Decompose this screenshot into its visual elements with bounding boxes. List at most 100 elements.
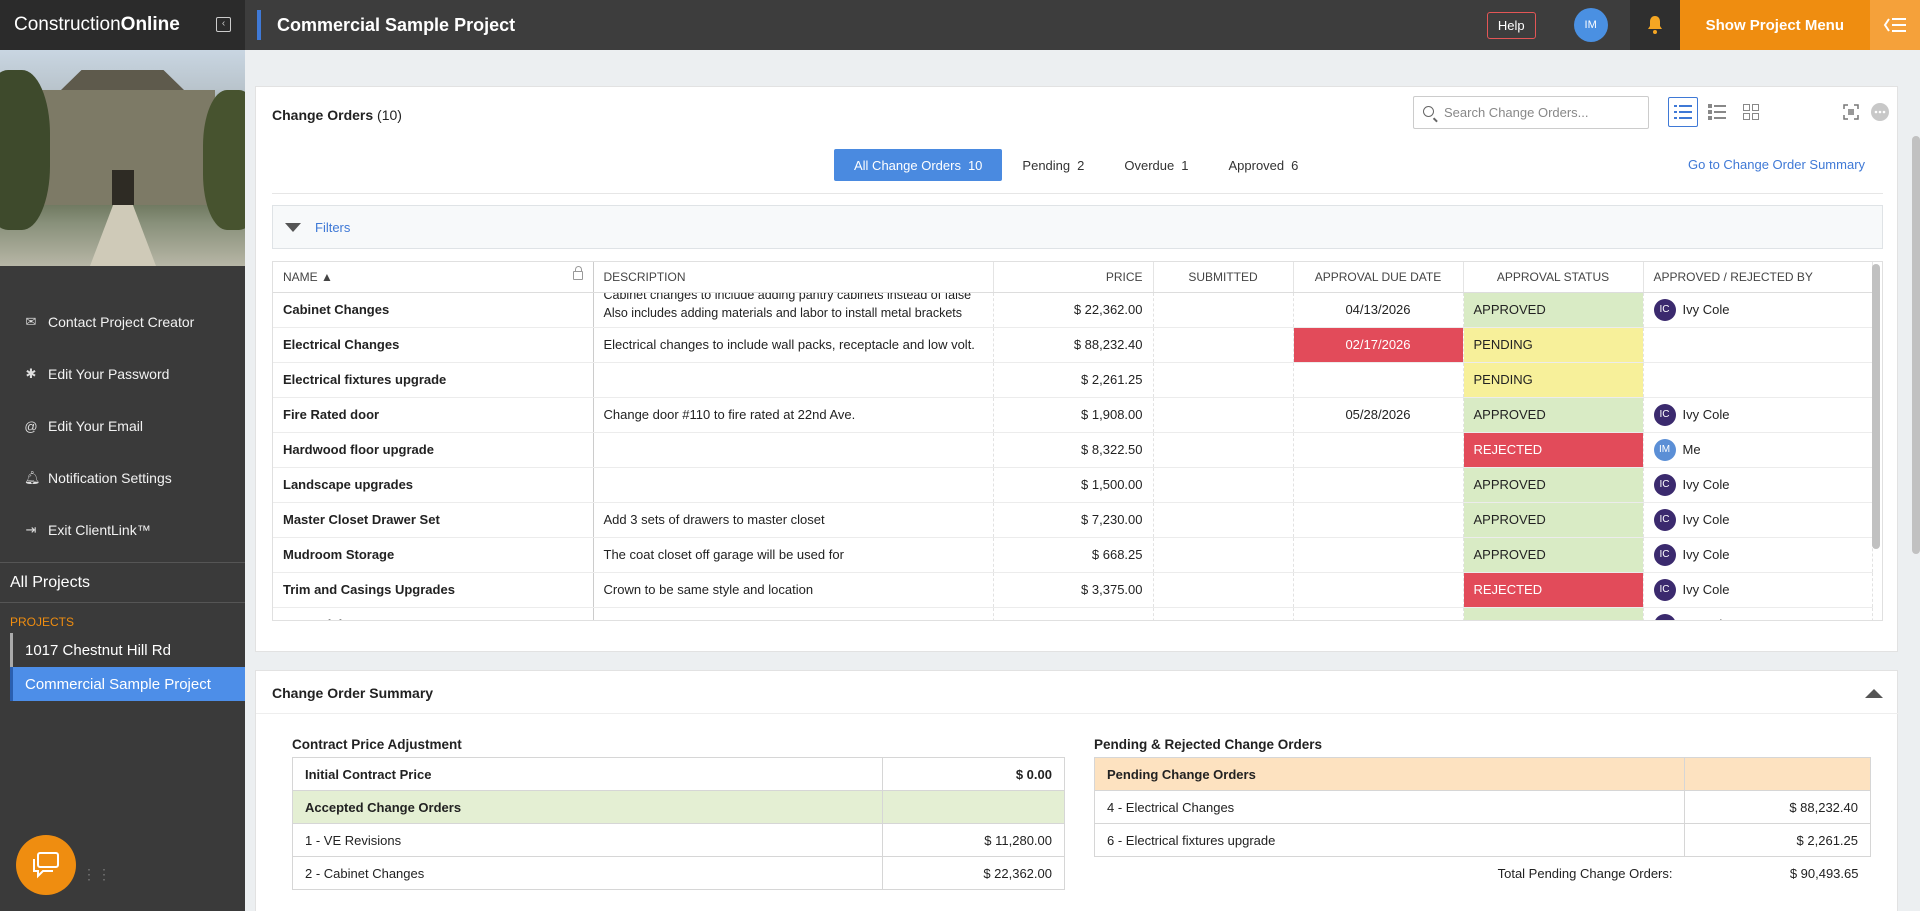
grid-icon — [1743, 104, 1759, 120]
cell-description: Change door #110 to fire rated at 22nd A… — [593, 397, 994, 433]
detail-list-icon — [1708, 104, 1726, 120]
cell-submitted — [1153, 397, 1294, 433]
table-row[interactable]: Fire Rated door Change door #110 to fire … — [273, 397, 1873, 433]
tab-pending[interactable]: Pending 2 — [1002, 149, 1104, 181]
tab-approved[interactable]: Approved 6 — [1208, 149, 1318, 181]
cell-approved-by: ICIvy Cole — [1643, 467, 1873, 503]
more-options-button[interactable] — [1865, 97, 1895, 127]
cell-name[interactable]: Hardwood floor upgrade — [273, 432, 594, 468]
table-row[interactable]: Cabinet Changes Cabinet changes to includ… — [273, 292, 1873, 328]
tab-all-change-orders[interactable]: All Change Orders 10 — [834, 149, 1003, 181]
cell-submitted — [1153, 502, 1294, 538]
tab-overdue[interactable]: Overdue 1 — [1104, 149, 1208, 181]
cell-name[interactable]: Electrical Changes — [273, 327, 594, 363]
project-item-commercial-sample[interactable]: Commercial Sample Project — [10, 667, 245, 701]
sort-asc-icon: ▲ — [321, 269, 333, 284]
avatar: IC — [1653, 473, 1676, 496]
cell-approval-due-date: 05/28/2026 — [1293, 397, 1464, 433]
list-view-button[interactable] — [1668, 97, 1698, 127]
avatar: IC — [1653, 543, 1676, 566]
expand-icon — [1843, 104, 1859, 120]
all-projects-link[interactable]: All Projects — [0, 562, 245, 602]
table-row[interactable]: Hardwood floor upgrade $ 8,322.50 REJECTED… — [273, 432, 1873, 468]
drag-handle-icon[interactable]: ⋮⋮ — [82, 866, 112, 883]
sidebar-item-exit-clientlink[interactable]: ⇥ Exit ClientLink™ — [0, 504, 245, 556]
cell-price — [993, 607, 1154, 620]
column-header-approved-rejected-by[interactable]: APPROVED / REJECTED BY — [1643, 262, 1873, 293]
column-header-approval-status[interactable]: APPROVAL STATUS — [1463, 262, 1644, 293]
status-badge: PENDING — [1463, 327, 1644, 363]
fullscreen-button[interactable] — [1836, 97, 1866, 127]
table-row[interactable]: Master Closet Drawer Set Add 3 sets of dr… — [273, 502, 1873, 538]
cell-price: $ 1,908.00 — [993, 397, 1154, 433]
detail-view-button[interactable] — [1702, 97, 1732, 127]
collapse-sidebar-icon[interactable]: ‹ — [216, 17, 231, 32]
project-item-chestnut[interactable]: 1017 Chestnut Hill Rd — [10, 633, 245, 667]
grid-view-button[interactable] — [1736, 97, 1766, 127]
cell-price: $ 22,362.00 — [993, 292, 1154, 328]
change-order-summary-card: Change Order Summary Contract Price Adju… — [255, 670, 1899, 911]
more-icon — [1871, 103, 1889, 121]
sidebar-item-contact-project-creator[interactable]: ✉ Contact Project Creator — [0, 296, 245, 348]
status-badge: APPROVED — [1463, 537, 1644, 573]
table-scrollbar[interactable] — [1872, 264, 1880, 549]
avatar: IC — [1653, 298, 1676, 321]
column-header-description[interactable]: DESCRIPTION — [593, 262, 994, 293]
filters-toggle[interactable]: Filters — [272, 205, 1883, 249]
table-row: Pending Change Orders — [1094, 757, 1871, 791]
at-icon: @ — [24, 418, 38, 434]
cell-description — [593, 467, 994, 503]
table-row: 2 - Cabinet Changes $ 22,362.00 — [292, 856, 1065, 890]
sidebar-item-edit-email[interactable]: @ Edit Your Email — [0, 400, 245, 452]
help-button[interactable]: Help — [1486, 11, 1536, 39]
table-row[interactable]: Trim and Casings Upgrades Crown to be sam… — [273, 572, 1873, 608]
cell-submitted — [1153, 292, 1294, 328]
divider — [256, 713, 1899, 714]
cell-approval-due-date — [1293, 502, 1464, 538]
cell-name[interactable]: Electrical fixtures upgrade — [273, 362, 594, 398]
app-logo[interactable]: Construction Online ‹ — [0, 0, 245, 50]
cell-name[interactable]: Mudroom Storage — [273, 537, 594, 573]
cell-approval-due-date — [1293, 467, 1464, 503]
menu-toggle-button[interactable] — [1870, 0, 1920, 50]
collapse-caret-icon[interactable] — [1865, 689, 1883, 698]
cell-name[interactable]: Master Closet Drawer Set — [273, 502, 594, 538]
table-row: 6 - Electrical fixtures upgrade $ 2,261.2… — [1094, 823, 1871, 857]
lock-icon[interactable] — [572, 266, 583, 280]
table-row: Initial Contract Price $ 0.00 — [292, 757, 1065, 791]
page-scrollbar[interactable] — [1912, 136, 1920, 554]
notifications-button[interactable] — [1629, 0, 1680, 50]
change-order-summary-link[interactable]: Go to Change Order Summary — [1688, 157, 1865, 172]
cell-description — [593, 432, 994, 468]
cell-price: $ 7,230.00 — [993, 502, 1154, 538]
column-header-approval-due-date[interactable]: APPROVAL DUE DATE — [1293, 262, 1464, 293]
menu-icon — [1883, 18, 1906, 32]
cell-name[interactable]: Landscape upgrades — [273, 467, 594, 503]
table-row[interactable]: Electrical Changes Electrical changes to … — [273, 327, 1873, 363]
table-row[interactable]: Landscape upgrades $ 1,500.00 APPROVED IC Iv… — [273, 467, 1873, 503]
cell-description: Electrical changes to include wall packs… — [593, 327, 994, 363]
change-orders-card: Change Orders (10) Search Change Orders.… — [255, 86, 1898, 652]
sidebar-item-notification-settings[interactable]: 🔔︎ Notification Settings — [0, 452, 245, 504]
search-input[interactable]: Search Change Orders... — [1413, 96, 1649, 129]
column-header-price[interactable]: PRICE — [993, 262, 1154, 293]
table-row[interactable]: Electrical fixtures upgrade $ 2,261.25 PEN… — [273, 362, 1873, 398]
chat-button[interactable] — [16, 835, 76, 895]
show-project-menu-button[interactable]: Show Project Menu — [1679, 0, 1870, 50]
avatar: IC — [1653, 403, 1676, 426]
user-avatar[interactable]: IM — [1573, 8, 1608, 42]
cell-name[interactable]: VE Revisions — [273, 607, 594, 620]
cell-name[interactable]: Fire Rated door — [273, 397, 594, 433]
column-header-submitted[interactable]: SUBMITTED — [1153, 262, 1294, 293]
table-row[interactable]: Mudroom Storage The coat closet off garag… — [273, 537, 1873, 573]
cell-name[interactable]: Cabinet Changes — [273, 292, 594, 328]
cell-name[interactable]: Trim and Casings Upgrades — [273, 572, 594, 608]
cell-approval-due-date — [1293, 362, 1464, 398]
cell-submitted — [1153, 467, 1294, 503]
table-row[interactable]: VE Revisions APPROVEDICIvy Cole — [273, 607, 1873, 620]
change-orders-title: Change Orders (10) — [272, 107, 402, 123]
column-header-name[interactable]: NAME ▲ — [273, 262, 594, 293]
cell-description: Crown to be same style and location — [593, 572, 994, 608]
avatar: IC — [1653, 578, 1676, 601]
sidebar-item-edit-password[interactable]: ✱ Edit Your Password — [0, 348, 245, 400]
